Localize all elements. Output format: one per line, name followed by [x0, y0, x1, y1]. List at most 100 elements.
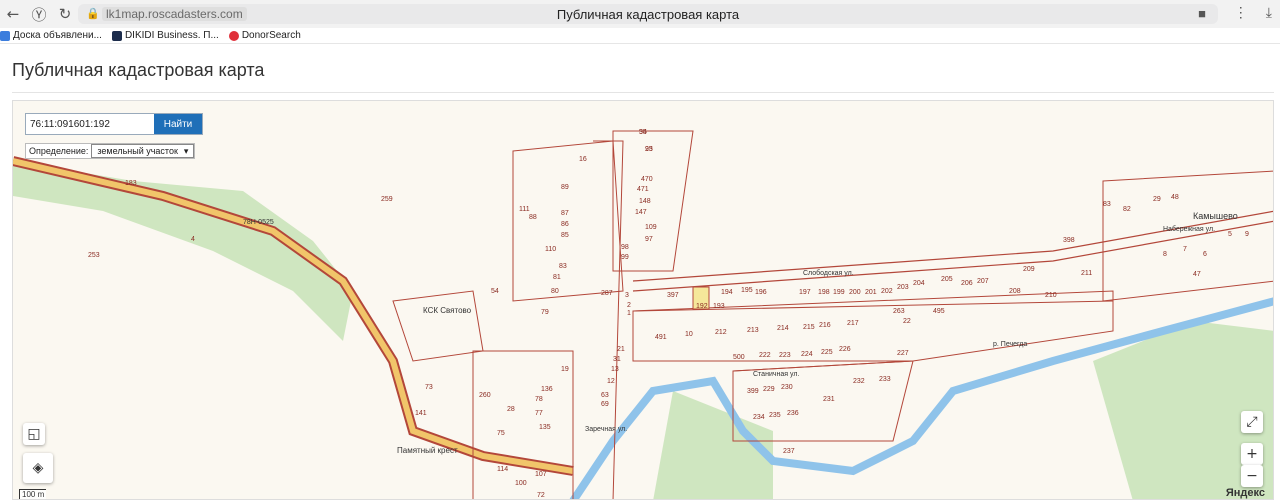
parcel-number: 210 — [1045, 292, 1057, 299]
parcel-number: 213 — [747, 327, 759, 334]
parcel-number: 223 — [779, 352, 791, 359]
parcel-number: 86 — [561, 221, 569, 228]
parcel-number: 3 — [625, 292, 629, 299]
place-label: Заречная ул. — [585, 426, 627, 433]
parcel-number: 205 — [941, 276, 953, 283]
parcel-number: 100 — [515, 480, 527, 487]
parcel-number: 148 — [639, 198, 651, 205]
parcel-number: 12 — [607, 378, 615, 385]
reload-icon[interactable]: ↻ — [52, 1, 78, 27]
browser-toolbar: ← Ⓨ ↻ 🔒 lk1map.roscadasters.com Публична… — [0, 0, 1280, 28]
back-icon[interactable]: ← — [0, 1, 26, 27]
parcel-number: 13 — [611, 366, 619, 373]
place-label: 78Н-0525 — [243, 219, 274, 226]
parcel-number: 198 — [818, 289, 830, 296]
parcel-number: 230 — [781, 384, 793, 391]
parcel-number: 72 — [537, 492, 545, 499]
parcel-number: 107 — [535, 471, 547, 478]
bookmarks-bar: Доска объявлени... DIKIDI Business. П...… — [0, 28, 1280, 44]
parcel-number: 31 — [613, 356, 621, 363]
bookmark-item[interactable]: Доска объявлени... — [0, 30, 102, 41]
parcel-number: 183 — [125, 180, 137, 187]
parcel-number: 88 — [529, 214, 537, 221]
parcel-number: 135 — [539, 424, 551, 431]
cadastral-number-input[interactable] — [26, 114, 154, 134]
parcel-number: 22 — [903, 318, 911, 325]
parcel-number: 9 — [1245, 231, 1249, 238]
place-label: Памятный крест — [397, 446, 458, 455]
zoom-out-button[interactable]: − — [1241, 465, 1263, 487]
cadastral-map[interactable]: 55 93 16 470 471 148 147 109 97 98 99 89 111 88 87 86 85… — [12, 100, 1274, 500]
definition-select[interactable]: земельный участок ▾ — [91, 144, 195, 158]
parcel-number: 208 — [1009, 288, 1021, 295]
menu-icon[interactable]: ⋮ — [1234, 4, 1248, 21]
parcel-number: 259 — [381, 196, 393, 203]
bookmark-favicon-icon — [111, 30, 122, 41]
parcel-number: 111 — [519, 206, 530, 213]
search-button[interactable]: Найти — [154, 114, 202, 134]
parcel-number: 217 — [847, 320, 859, 327]
bookmark-icon[interactable]: ■ — [1198, 6, 1206, 21]
parcel-number: 97 — [645, 236, 653, 243]
parcel-number: 263 — [893, 308, 905, 315]
parcel-number: 193 — [713, 303, 725, 310]
parcel-number: 147 — [635, 209, 647, 216]
parcel-number: 229 — [763, 386, 775, 393]
parcel-number: 199 — [833, 289, 845, 296]
parcel-number: 202 — [881, 288, 893, 295]
parcel-number: 235 — [769, 412, 781, 419]
yandex-icon[interactable]: Ⓨ — [26, 1, 52, 27]
parcel-number: 201 — [865, 289, 877, 296]
parcel-number: 82 — [1123, 206, 1131, 213]
parcel-number: 253 — [88, 252, 100, 259]
expand-icon[interactable]: ⤢ — [1241, 411, 1263, 433]
bookmark-item[interactable]: DIKIDI Business. П... — [111, 30, 219, 41]
parcel-block — [472, 350, 574, 499]
parcel-number: 99 — [621, 254, 629, 261]
zoom-in-button[interactable]: + — [1241, 443, 1263, 465]
scale-bar: 100 m — [19, 489, 47, 499]
parcel-number: 89 — [561, 184, 569, 191]
bookmark-item[interactable]: DonorSearch — [228, 30, 301, 41]
parcel-number: 83 — [1103, 201, 1111, 208]
parcel-number: 495 — [933, 308, 945, 315]
parcel-number: 21 — [617, 346, 625, 353]
parcel-number: 471 — [637, 186, 649, 193]
parcel-number: 29 — [1153, 196, 1161, 203]
place-label: КСК Святово — [423, 306, 472, 315]
parcel-number: 236 — [787, 410, 799, 417]
street-line — [632, 210, 1273, 282]
parcel-number: 203 — [897, 284, 909, 291]
parcel-number: 232 — [853, 378, 865, 385]
parcel-number: 73 — [425, 384, 433, 391]
parcel-number: 224 — [801, 351, 813, 358]
parcel-number: 81 — [553, 274, 561, 281]
fullscreen-icon[interactable]: ◱ — [23, 423, 45, 445]
address-bar[interactable]: 🔒 lk1map.roscadasters.com Публичная када… — [78, 4, 1218, 24]
parcel-number: 197 — [799, 289, 811, 296]
map-canvas[interactable]: 5593164704711481471099798998911188878685… — [13, 101, 1274, 500]
downloads-icon[interactable]: ⤓ — [1266, 4, 1272, 21]
parcel-number: 200 — [849, 289, 861, 296]
parcel-number: 110 — [545, 246, 556, 253]
parcel-number: 79 — [541, 309, 549, 316]
parcel-number: 109 — [645, 224, 657, 231]
cadastral-search: Найти — [25, 113, 203, 135]
definition-row: Определение: земельный участок ▾ — [25, 143, 196, 159]
parcel-number: 98 — [621, 244, 629, 251]
parcel-number: 85 — [561, 232, 569, 239]
parcel-number: 227 — [897, 350, 909, 357]
parcel-number: 2 — [627, 302, 631, 309]
parcel-number: 204 — [913, 280, 925, 287]
place-label: Станичная ул. — [753, 371, 799, 378]
place-label: р. Печегда — [993, 341, 1027, 348]
layers-icon[interactable]: ◈ — [23, 453, 53, 483]
parcel-number: 78 — [535, 396, 543, 403]
parcel-number: 6 — [1203, 251, 1207, 258]
parcel-number: 5 — [1228, 231, 1232, 238]
parcel-number: 136 — [541, 386, 553, 393]
place-label: Слободская ул. — [803, 269, 854, 277]
parcel-number: 75 — [497, 430, 505, 437]
parcel-number: 214 — [777, 325, 789, 332]
parcel-number: 4 — [191, 236, 195, 243]
